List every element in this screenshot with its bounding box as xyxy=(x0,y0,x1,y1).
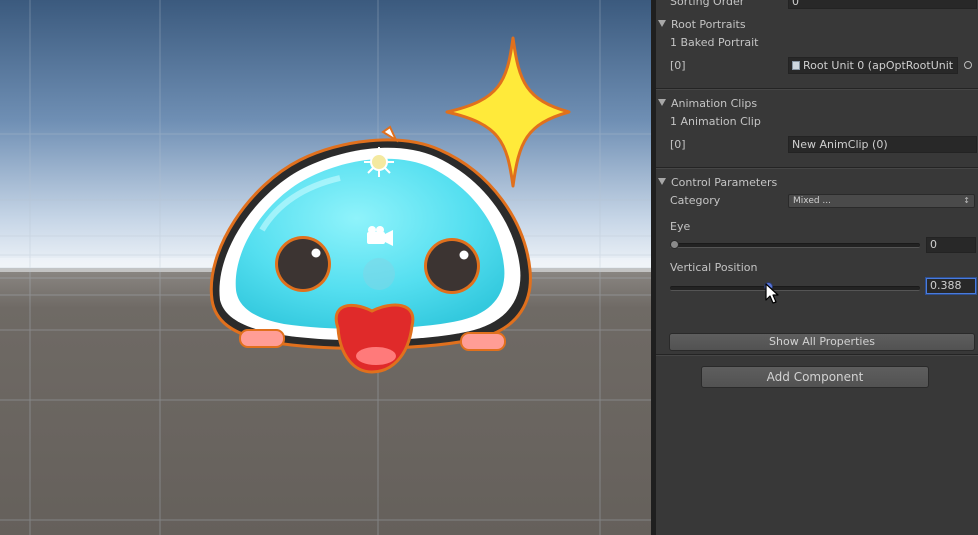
left-foot xyxy=(239,329,285,348)
show-all-properties-button[interactable]: Show All Properties xyxy=(669,333,975,351)
animation-clip-field[interactable]: New AnimClip (0) xyxy=(788,136,977,153)
object-picker-icon[interactable] xyxy=(964,61,972,69)
dropdown-arrows-icon: ↕ xyxy=(963,196,970,205)
inspector-panel: Sorting Order 0 Root Portraits 1 Baked P… xyxy=(656,0,978,535)
vertical-position-slider-track[interactable] xyxy=(670,286,920,291)
animation-clips-header: Animation Clips xyxy=(671,97,758,110)
animation-clip-index: [0] xyxy=(670,138,686,151)
category-label: Category xyxy=(670,194,721,207)
vertical-position-value-field[interactable]: 0.388 xyxy=(926,278,976,294)
root-portraits-header: Root Portraits xyxy=(671,18,746,31)
scene-canvas[interactable] xyxy=(0,0,651,535)
control-parameters-header: Control Parameters xyxy=(671,176,778,189)
baked-portrait-count: 1 Baked Portrait xyxy=(670,36,759,49)
foldout-arrow-icon xyxy=(658,99,666,106)
section-divider xyxy=(656,88,978,90)
right-foot xyxy=(460,332,506,351)
root-portrait-index: [0] xyxy=(670,59,686,72)
right-eye xyxy=(424,238,480,294)
sun-gizmo-icon[interactable] xyxy=(364,147,394,177)
vertical-position-param-label: Vertical Position xyxy=(670,261,758,274)
eye-param-label: Eye xyxy=(670,220,691,233)
eye-value-field[interactable]: 0 xyxy=(926,237,976,253)
root-portraits-foldout[interactable]: Root Portraits xyxy=(658,18,746,32)
category-dropdown[interactable]: Mixed ... ↕ xyxy=(788,194,975,208)
foldout-arrow-icon xyxy=(658,20,666,27)
object-field-icon xyxy=(792,61,800,70)
sorting-order-field[interactable]: 0 xyxy=(788,0,977,9)
section-divider xyxy=(656,354,978,356)
left-eye xyxy=(275,236,331,292)
foldout-arrow-icon xyxy=(658,178,666,185)
root-portrait-value: Root Unit 0 (apOptRootUnit xyxy=(803,59,954,72)
add-component-button[interactable]: Add Component xyxy=(701,366,929,388)
eye-slider-track[interactable] xyxy=(670,243,920,248)
animation-clips-foldout[interactable]: Animation Clips xyxy=(658,97,757,111)
control-parameters-foldout[interactable]: Control Parameters xyxy=(658,176,777,190)
animation-clip-count: 1 Animation Clip xyxy=(670,115,761,128)
category-value: Mixed ... xyxy=(793,196,832,206)
mouse-cursor-icon xyxy=(764,283,779,304)
pivot-gizmo xyxy=(363,258,395,290)
scene-view[interactable] xyxy=(0,0,651,535)
eye-slider-thumb[interactable] xyxy=(670,240,679,249)
section-divider xyxy=(656,167,978,169)
sorting-order-label: Sorting Order xyxy=(670,0,745,8)
root-portrait-object-field[interactable]: Root Unit 0 (apOptRootUnit xyxy=(788,57,958,74)
